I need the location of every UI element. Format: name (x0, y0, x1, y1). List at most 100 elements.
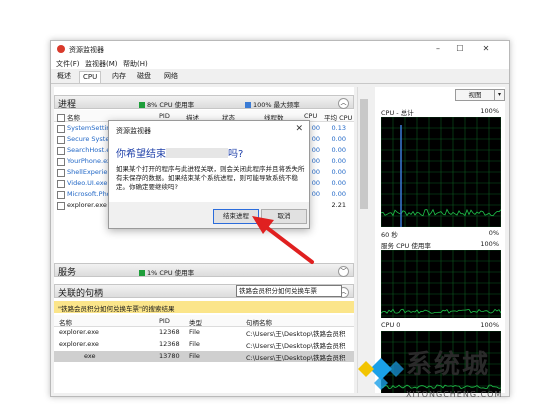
process-checkbox[interactable] (57, 180, 65, 188)
cpu-usage-swatch (139, 102, 145, 108)
expand-chevron-icon[interactable]: ﹀ (338, 266, 349, 277)
process-checkbox[interactable] (57, 169, 65, 177)
process-checkbox[interactable] (57, 202, 65, 210)
process-name: Video.UI.exe (67, 179, 108, 187)
watermark-diamond-icon (358, 358, 404, 390)
processes-title: 进程 (58, 100, 77, 110)
menu-bar: 文件(F) 监视器(M) 帮助(H) (51, 58, 509, 69)
cancel-button[interactable]: 取消 (261, 209, 307, 224)
view-dropdown-icon[interactable]: ▾ (494, 89, 505, 101)
process-avg-cpu: 0.00 (331, 146, 346, 154)
dialog-title: 资源监视器 (116, 127, 151, 135)
graph-cpu-total-min: 0% (488, 229, 499, 237)
services-title: 服务 (58, 268, 77, 278)
end-process-button[interactable]: 结束进程 (213, 209, 259, 224)
processes-header[interactable]: 进程 8% CPU 使用率 100% 最大频率 ︿ (54, 95, 354, 110)
tab-bar: 概述 CPU 内存 磁盘 网络 (51, 69, 509, 84)
tab-network[interactable]: 网络 (161, 71, 181, 82)
menu-help[interactable]: 帮助(H) (123, 59, 148, 69)
processes-freq-indicator: 100% 最大频率 (245, 99, 300, 109)
process-name: explorer.exe (67, 201, 107, 209)
handles-title: 关联的句柄 (58, 289, 104, 299)
handles-column-header: 名称 PID 类型 句柄名称 (54, 315, 354, 327)
handle-name: C:\Users\王\Desktop\铁路会员积 (246, 354, 346, 362)
process-avg-cpu: 0.13 (331, 124, 346, 132)
tab-disk[interactable]: 磁盘 (134, 71, 154, 82)
window-title: 资源监视器 (69, 46, 104, 54)
graph-cpu-total-max: 100% (480, 107, 499, 115)
process-avg-cpu: 0.00 (331, 135, 346, 143)
redacted-process-name (166, 148, 228, 158)
process-avg-cpu: 0.00 (331, 157, 346, 165)
graph-cpu0-label: CPU 0 (381, 321, 401, 329)
graph-services-cpu (381, 250, 501, 318)
col-pid[interactable]: PID (159, 112, 170, 120)
processes-cpu-indicator: 8% CPU 使用率 (139, 99, 194, 109)
handle-process-name: exe (84, 352, 96, 360)
title-bar: 资源监视器 – ☐ ✕ (51, 41, 509, 58)
handle-name: C:\Users\王\Desktop\铁路会员积 (246, 330, 346, 338)
services-cpu-swatch (139, 270, 145, 276)
handle-search-input[interactable]: 铁路会员积分如何兑换车票 (236, 285, 342, 297)
handle-type: File (189, 328, 200, 336)
services-cpu-usage: 1% CPU 使用率 (147, 269, 195, 277)
process-checkbox[interactable] (57, 136, 65, 144)
process-name: Microsoft.Pho (67, 190, 111, 198)
handle-pid: 13780 (159, 352, 180, 360)
view-button[interactable]: 视图 (455, 89, 495, 101)
process-checkbox[interactable] (57, 147, 65, 155)
processes-max-freq: 100% 最大频率 (253, 101, 300, 109)
handle-row[interactable]: exe 13780 File C:\Users\王\Desktop\铁路会员积 (54, 351, 354, 362)
process-avg-cpu: 2.21 (331, 201, 346, 209)
handle-type: File (189, 352, 200, 360)
process-avg-cpu: 0.00 (331, 190, 346, 198)
scrollbar-thumb[interactable] (360, 99, 368, 209)
tab-overview[interactable]: 概述 (54, 71, 74, 82)
graph-cpu0-max: 100% (480, 321, 499, 329)
end-process-dialog: 资源监视器 ✕ 你希望结束 吗? 如果某个打开的程序与此进程关联，则会关闭此程序并… (108, 120, 310, 229)
hcol-pid[interactable]: PID (159, 317, 170, 325)
handle-type: File (189, 340, 200, 348)
dialog-message: 如果某个打开的程序与此进程关联，则会关闭此程序并且将丢失所有未保存的数据。如果结… (116, 165, 305, 191)
hcol-handle-name[interactable]: 句柄名称 (246, 317, 272, 327)
search-results-text: "铁路会员积分如何兑换车票"的搜索结果 (58, 305, 175, 313)
maximize-button[interactable]: ☐ (453, 43, 467, 55)
services-header[interactable]: 服务 1% CPU 使用率 ﹀ (54, 263, 354, 278)
tab-memory[interactable]: 内存 (109, 71, 129, 82)
graph-cpu-total-label: CPU - 总计 (381, 109, 414, 117)
handle-process-name: explorer.exe (59, 340, 99, 348)
close-button[interactable]: ✕ (479, 43, 493, 55)
process-avg-cpu: 0.00 (331, 179, 346, 187)
graph-services-max: 100% (480, 240, 499, 248)
hcol-name[interactable]: 名称 (59, 317, 72, 327)
dialog-heading-prefix: 你希望结束 (116, 149, 166, 160)
process-checkbox[interactable] (57, 158, 65, 166)
menu-monitor[interactable]: 监视器(M) (85, 59, 118, 69)
process-avg-cpu: 0.00 (331, 168, 346, 176)
dialog-heading-suffix: 吗? (228, 149, 244, 160)
collapse-chevron-icon[interactable]: ︿ (338, 98, 349, 109)
col-cpu[interactable]: CPU (304, 112, 317, 120)
process-checkbox[interactable] (57, 125, 65, 133)
dialog-close-icon[interactable]: ✕ (295, 124, 303, 134)
handle-name: C:\Users\王\Desktop\铁路会员积 (246, 342, 346, 350)
menu-file[interactable]: 文件(F) (56, 59, 80, 69)
col-avg-cpu[interactable]: 平均 CPU (324, 112, 352, 122)
watermark-url: XITONGCHENG.COM (406, 390, 503, 399)
graph-services-label: 服务 CPU 使用率 (381, 242, 431, 250)
processes-cpu-usage: 8% CPU 使用率 (147, 101, 195, 109)
handle-process-name: explorer.exe (59, 328, 99, 336)
handle-pid: 12368 (159, 340, 180, 348)
hcol-type[interactable]: 类型 (189, 317, 202, 327)
watermark-logo: 系统城 XITONGCHENG.COM (356, 340, 546, 408)
col-name[interactable]: 名称 (67, 112, 80, 122)
handle-pid: 12368 (159, 328, 180, 336)
process-checkbox[interactable] (57, 191, 65, 199)
tab-cpu[interactable]: CPU (79, 71, 102, 83)
resource-monitor-icon (57, 45, 65, 53)
handle-row[interactable]: explorer.exe 12368 File C:\Users\王\Desktop\… (54, 339, 354, 350)
minimize-button[interactable]: – (431, 43, 445, 55)
handle-row[interactable]: explorer.exe 12368 File C:\Users\王\Desktop\… (54, 327, 354, 338)
max-freq-swatch (245, 102, 251, 108)
dialog-heading: 你希望结束 吗? (116, 145, 243, 160)
